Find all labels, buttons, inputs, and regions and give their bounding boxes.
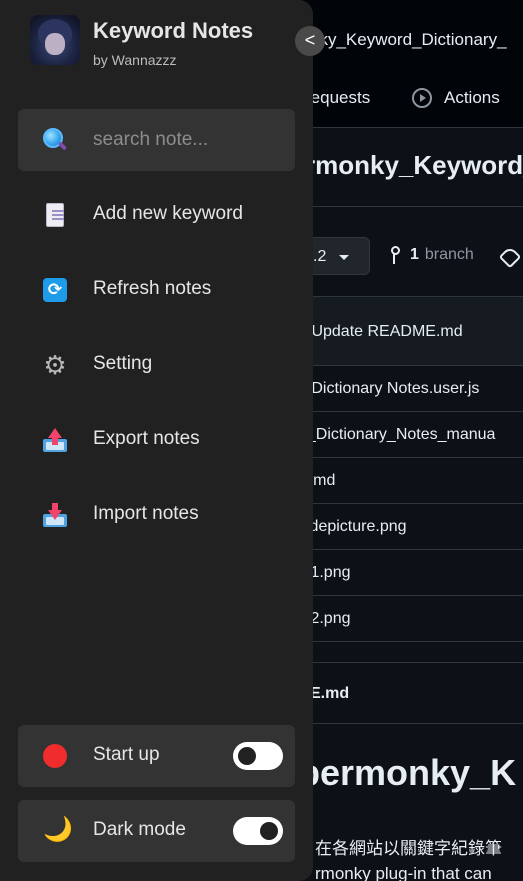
actions-play-icon bbox=[412, 88, 432, 108]
caret-down-icon bbox=[339, 255, 349, 260]
menu-item-label: Add new keyword bbox=[93, 203, 243, 224]
menu-item-setting[interactable]: ⚙ Setting bbox=[18, 334, 295, 396]
menu-item-add-keyword[interactable]: Add new keyword bbox=[18, 184, 295, 246]
branch-count: 1 bbox=[410, 246, 419, 263]
moon-icon: 🌙 bbox=[43, 816, 73, 843]
start-up-label: Start up bbox=[93, 744, 160, 765]
branch-select-label: .2 bbox=[313, 248, 327, 265]
menu-item-refresh-notes[interactable]: ⟳ Refresh notes bbox=[18, 259, 295, 321]
file-row[interactable]: d Dictionary Notes.user.js bbox=[290, 366, 523, 412]
dark-mode-toggle[interactable] bbox=[233, 817, 283, 845]
export-icon bbox=[43, 428, 67, 452]
keyword-notes-panel: Keyword Notes by Wannazzz Add new keywor… bbox=[0, 0, 313, 881]
refresh-icon: ⟳ bbox=[43, 278, 67, 302]
readme-header[interactable]: E.md bbox=[290, 662, 523, 724]
toggle-knob bbox=[238, 747, 256, 765]
menu-item-label: Refresh notes bbox=[93, 278, 212, 299]
branches-link[interactable]: 1 branch bbox=[390, 246, 474, 264]
repo-title: rmonky_Keyword_D bbox=[305, 150, 523, 180]
document-icon bbox=[46, 203, 64, 227]
file-row[interactable]: E.md bbox=[290, 458, 523, 504]
git-branch-icon bbox=[390, 246, 404, 264]
search-icon bbox=[43, 128, 67, 152]
dark-mode-setting: 🌙 Dark mode bbox=[18, 800, 295, 862]
tab-pull-requests[interactable]: requests bbox=[305, 88, 370, 108]
menu-item-export-notes[interactable]: Export notes bbox=[18, 409, 295, 471]
start-up-toggle[interactable] bbox=[233, 742, 283, 770]
file-list: z Update README.md d Dictionary Notes.us… bbox=[290, 296, 523, 642]
tab-actions[interactable]: Actions bbox=[412, 88, 500, 108]
file-row[interactable]: ip1.png bbox=[290, 550, 523, 596]
menu-item-label: Export notes bbox=[93, 428, 200, 449]
latest-commit[interactable]: z Update README.md bbox=[290, 296, 523, 366]
file-row[interactable]: sidepicture.png bbox=[290, 504, 523, 550]
readme-title: permonky_K bbox=[298, 752, 517, 793]
repo-path-link[interactable]: nky_Keyword_Dictionary_ bbox=[310, 30, 507, 50]
app-author: by Wannazzz bbox=[93, 52, 177, 68]
menu-item-import-notes[interactable]: Import notes bbox=[18, 484, 295, 546]
collapse-panel-button[interactable]: < bbox=[295, 26, 325, 56]
search-box bbox=[18, 109, 295, 171]
file-row[interactable]: ip2.png bbox=[290, 596, 523, 642]
tab-actions-label: Actions bbox=[444, 88, 500, 107]
app-title: Keyword Notes bbox=[93, 18, 254, 43]
app-logo bbox=[30, 15, 80, 65]
menu-item-label: Setting bbox=[93, 353, 153, 374]
readme-text-line: 在各網站以關鍵字紀錄筆 bbox=[315, 839, 502, 858]
readme-text-line: rmonky plug-in that can bbox=[315, 864, 492, 881]
import-icon bbox=[43, 503, 67, 527]
menu-item-label: Import notes bbox=[93, 503, 199, 524]
red-circle-icon bbox=[43, 744, 67, 768]
tag-icon[interactable] bbox=[498, 245, 522, 269]
file-row[interactable]: d_Dictionary_Notes_manua bbox=[290, 412, 523, 458]
toggle-knob bbox=[260, 822, 278, 840]
gear-icon: ⚙ bbox=[43, 350, 67, 380]
branch-label: branch bbox=[424, 246, 474, 263]
search-input[interactable] bbox=[93, 123, 283, 157]
start-up-setting: Start up bbox=[18, 725, 295, 787]
dark-mode-label: Dark mode bbox=[93, 819, 186, 840]
